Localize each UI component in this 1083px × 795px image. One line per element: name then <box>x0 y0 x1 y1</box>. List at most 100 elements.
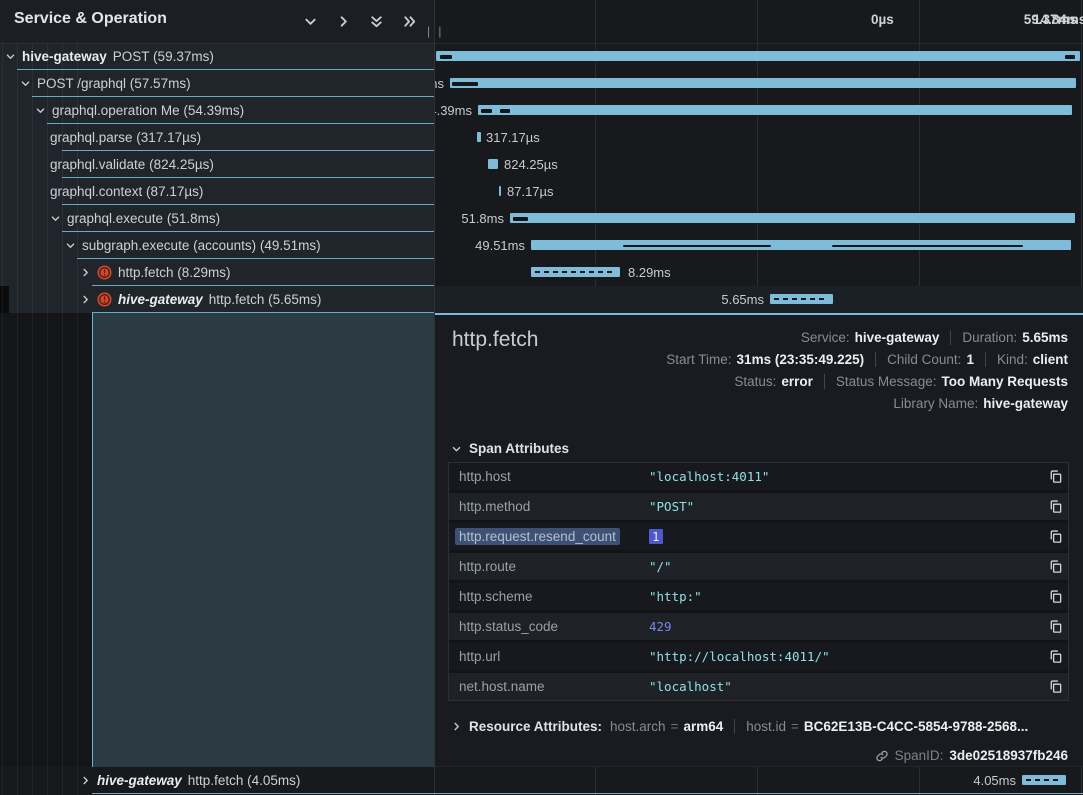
span-tree-row-content: graphql.validate (824.25µs) <box>50 151 214 178</box>
attribute-key: http.method <box>449 499 649 514</box>
span-duration-bar[interactable] <box>531 267 620 277</box>
chevron-right-icon[interactable] <box>80 267 91 278</box>
chevron-right-icon[interactable] <box>336 14 351 29</box>
chevron-down-icon[interactable] <box>303 14 318 29</box>
attribute-row[interactable]: http.status_code429 <box>449 613 1068 640</box>
span-tree: hive-gatewayPOST (59.37ms) POST /graphql … <box>0 43 434 313</box>
copy-button[interactable] <box>1042 679 1068 694</box>
attribute-value: "http://localhost:4011/" <box>649 649 1042 664</box>
copy-button[interactable] <box>1042 619 1068 634</box>
span-duration-bar[interactable] <box>478 105 1072 115</box>
copy-button[interactable] <box>1042 649 1068 664</box>
bar-child-mark <box>832 245 1023 247</box>
bar-child-mark <box>452 82 478 86</box>
bar-child-mark <box>500 109 510 113</box>
span-tree-row-content: http.fetch (8.29ms) <box>80 259 231 286</box>
operation-label: http.fetch (4.05ms) <box>188 773 301 788</box>
copy-button[interactable] <box>1042 589 1068 604</box>
attribute-value: "POST" <box>649 499 1042 514</box>
selected-text: http.request.resend_count <box>455 528 620 545</box>
duration-label: 4.05ms <box>973 767 1016 794</box>
service-name: hive-gateway <box>22 49 107 64</box>
attribute-row[interactable]: http.scheme"http:" <box>449 583 1068 610</box>
span-tree-row[interactable]: POST /graphql (57.57ms) <box>0 70 434 97</box>
chevron-right-icon[interactable] <box>80 775 91 786</box>
span-tree-row[interactable]: graphql.operation Me (54.39ms) <box>0 97 434 124</box>
panel-splitter-handle[interactable]: ❘❘ <box>424 25 446 38</box>
operation-label: POST /graphql (57.57ms) <box>37 76 191 91</box>
span-tree-row[interactable]: graphql.context (87.17µs) <box>0 178 434 205</box>
span-id-row: SpanID: 3de02518937fb246 <box>875 748 1068 763</box>
error-icon <box>97 292 112 307</box>
copy-button[interactable] <box>1042 559 1068 574</box>
attribute-row[interactable]: http.host"localhost:4011" <box>449 463 1068 490</box>
span-tree-row-content: graphql.operation Me (54.39ms) <box>35 97 244 124</box>
span-tree-row-content: hive-gatewayhttp.fetch (4.05ms) <box>80 767 300 794</box>
selected-span-region[interactable] <box>92 313 435 767</box>
span-duration-bar[interactable] <box>510 213 1075 223</box>
chevron-down-icon[interactable] <box>5 51 16 62</box>
operation-label: graphql.operation Me (54.39ms) <box>52 103 244 118</box>
meta-label: Duration: <box>962 330 1017 345</box>
chevron-right-icon[interactable] <box>80 294 91 305</box>
bar-dash-marks <box>1026 779 1060 781</box>
meta-label: Library Name: <box>893 396 978 411</box>
span-tree-row-content: subgraph.execute (accounts) (49.51ms) <box>65 232 321 259</box>
meta-value: hive-gateway <box>855 330 940 345</box>
span-tree-row[interactable]: graphql.parse (317.17µs) <box>0 124 434 151</box>
span-duration-bar[interactable] <box>770 294 833 304</box>
meta-label: Status Message: <box>836 374 937 389</box>
span-tree-row[interactable]: subgraph.execute (accounts) (49.51ms) <box>0 232 434 259</box>
bottom-span-tree-row[interactable]: hive-gatewayhttp.fetch (4.05ms) <box>0 767 434 794</box>
double-chevron-down-icon[interactable] <box>369 14 384 29</box>
span-duration-bar[interactable] <box>450 78 1076 88</box>
attribute-row[interactable]: net.host.name"localhost" <box>449 673 1068 700</box>
double-chevron-right-icon[interactable] <box>402 14 417 29</box>
page-title: Service & Operation <box>14 10 167 28</box>
resource-attributes-title: Resource Attributes: <box>469 719 602 734</box>
span-attributes-header[interactable]: Span Attributes <box>451 441 569 456</box>
copy-button[interactable] <box>1042 469 1068 484</box>
span-duration-bar[interactable] <box>477 132 481 142</box>
bar-child-mark <box>513 217 528 221</box>
attribute-value: "/" <box>649 559 1042 574</box>
chevron-right-icon[interactable] <box>451 721 462 732</box>
panel-divider[interactable] <box>434 0 435 795</box>
operation-label: graphql.parse (317.17µs) <box>50 130 201 145</box>
copy-button[interactable] <box>1042 529 1068 544</box>
span-tree-row-content: graphql.execute (51.8ms) <box>50 205 220 232</box>
copy-button[interactable] <box>1042 499 1068 514</box>
meta-divider <box>734 719 735 734</box>
selected-text: 1 <box>649 529 663 544</box>
attribute-row[interactable]: http.url"http://localhost:4011/" <box>449 643 1068 670</box>
span-duration-bar[interactable] <box>1022 775 1066 785</box>
span-id-label: SpanID: <box>895 748 944 763</box>
attribute-row[interactable]: http.method"POST" <box>449 493 1068 520</box>
selected-row-notch <box>0 286 9 313</box>
span-tree-row[interactable]: hive-gatewayhttp.fetch (5.65ms) <box>0 286 434 313</box>
span-duration-bar[interactable] <box>499 186 501 196</box>
duration-label: 824.25µs <box>504 151 558 178</box>
chevron-down-icon[interactable] <box>50 213 61 224</box>
span-duration-bar[interactable] <box>488 159 498 169</box>
span-tree-row[interactable]: hive-gatewayPOST (59.37ms) <box>0 43 434 70</box>
chevron-down-icon[interactable] <box>35 105 46 116</box>
chevron-down-icon[interactable] <box>20 78 31 89</box>
bar-child-mark <box>623 245 771 247</box>
span-tree-row[interactable]: graphql.execute (51.8ms) <box>0 205 434 232</box>
attribute-row[interactable]: http.request.resend_count 1 <box>449 523 1068 550</box>
attribute-row[interactable]: http.route"/" <box>449 553 1068 580</box>
resource-value: BC62E13B-C4CC-5854-9788-2568... <box>804 719 1028 734</box>
chevron-down-icon[interactable] <box>65 240 76 251</box>
link-icon[interactable] <box>875 749 889 763</box>
attribute-value: "http:" <box>649 589 1042 604</box>
span-tree-row[interactable]: http.fetch (8.29ms) <box>0 259 434 286</box>
resource-attributes-row[interactable]: Resource Attributes:host.arch=arm64host.… <box>451 719 1028 734</box>
resource-value: arm64 <box>683 719 723 734</box>
span-duration-bar[interactable] <box>436 51 1080 61</box>
error-icon <box>97 265 112 280</box>
attribute-value: 429 <box>649 619 1042 634</box>
attribute-key: net.host.name <box>449 679 649 694</box>
span-tree-row[interactable]: graphql.validate (824.25µs) <box>0 151 434 178</box>
meta-divider <box>875 352 876 367</box>
